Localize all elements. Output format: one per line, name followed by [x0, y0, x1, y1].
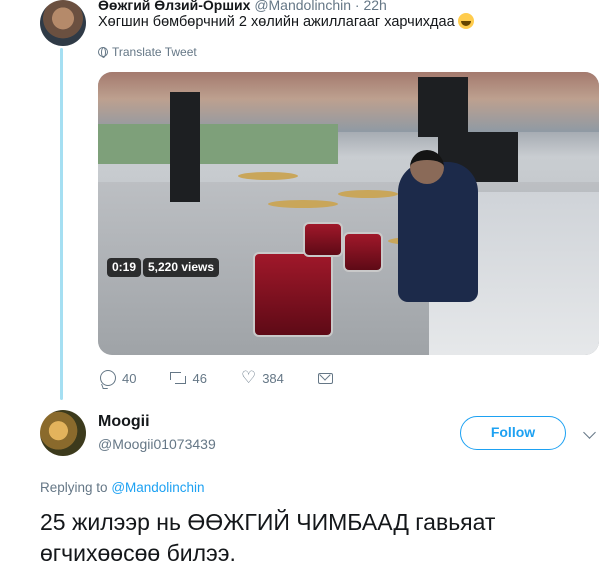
video-views-badge: 5,220 views — [143, 258, 220, 277]
video-tom-drum — [303, 222, 343, 257]
author-name[interactable]: Өөжгий Өлзий-Орших — [98, 0, 250, 13]
tweet-text-content: Хөгшин бөмбөрчний 2 хөлийн ажиллагааг ха… — [98, 14, 455, 30]
video-cymbal — [238, 172, 298, 180]
video-cymbal — [268, 200, 338, 208]
reply-author-name[interactable]: Moogii — [98, 413, 150, 431]
avatar-mandolinchin[interactable] — [40, 0, 86, 46]
like-button[interactable]: ♡ 384 — [240, 368, 284, 387]
retweet-button[interactable]: 46 — [170, 370, 207, 386]
tweet-timestamp[interactable]: 22h — [363, 0, 386, 13]
time-separator: · — [354, 0, 360, 13]
chevron-down-icon[interactable] — [583, 426, 596, 439]
retweet-icon — [170, 370, 187, 386]
video-field — [98, 124, 338, 164]
tweet-header: Өөжгий Өлзий-Орших @Mandolinchin · 22h — [98, 0, 387, 13]
tears-of-joy-emoji-icon — [457, 13, 474, 29]
video-duration-badge: 0:19 — [107, 258, 142, 277]
video-bass-drum — [253, 252, 333, 337]
reply-icon — [100, 370, 116, 386]
tweet-text: Хөгшин бөмбөрчний 2 хөлийн ажиллагааг ха… — [98, 13, 474, 30]
replying-to-line: Replying to @Mandolinchin — [40, 480, 205, 495]
video-cymbal — [338, 190, 398, 198]
video-player[interactable] — [98, 72, 599, 355]
mail-icon — [317, 372, 333, 384]
author-handle[interactable]: @Mandolinchin — [254, 0, 351, 13]
retweet-count: 46 — [192, 370, 207, 386]
reply-button[interactable]: 40 — [100, 370, 136, 386]
reply-author-handle[interactable]: @Moogii01073439 — [98, 436, 216, 452]
replying-to-mention[interactable]: @Mandolinchin — [111, 480, 204, 495]
follow-button[interactable]: Follow — [460, 416, 566, 450]
video-speaker-stack — [170, 92, 200, 202]
thread-connector-line — [60, 48, 63, 400]
video-tom-drum — [343, 232, 383, 272]
video-drummer-head — [410, 150, 444, 184]
direct-message-button[interactable] — [317, 372, 333, 384]
video-drummer — [398, 162, 478, 302]
like-count: 384 — [262, 370, 284, 386]
reply-tweet-text: 25 жилээр нь ӨӨЖГИЙ ЧИМБААД гавьяат өгчи… — [40, 509, 496, 566]
replying-prefix: Replying to — [40, 480, 108, 495]
heart-icon: ♡ — [240, 368, 257, 387]
tweet-actions: 40 46 ♡ 384 — [100, 368, 367, 387]
globe-icon — [98, 47, 108, 58]
video-amplifier — [418, 77, 468, 137]
avatar-moogii[interactable] — [40, 410, 86, 456]
reply-count: 40 — [122, 370, 137, 386]
translate-label: Translate Tweet — [112, 45, 197, 59]
translate-tweet-link[interactable]: Translate Tweet — [98, 45, 197, 59]
